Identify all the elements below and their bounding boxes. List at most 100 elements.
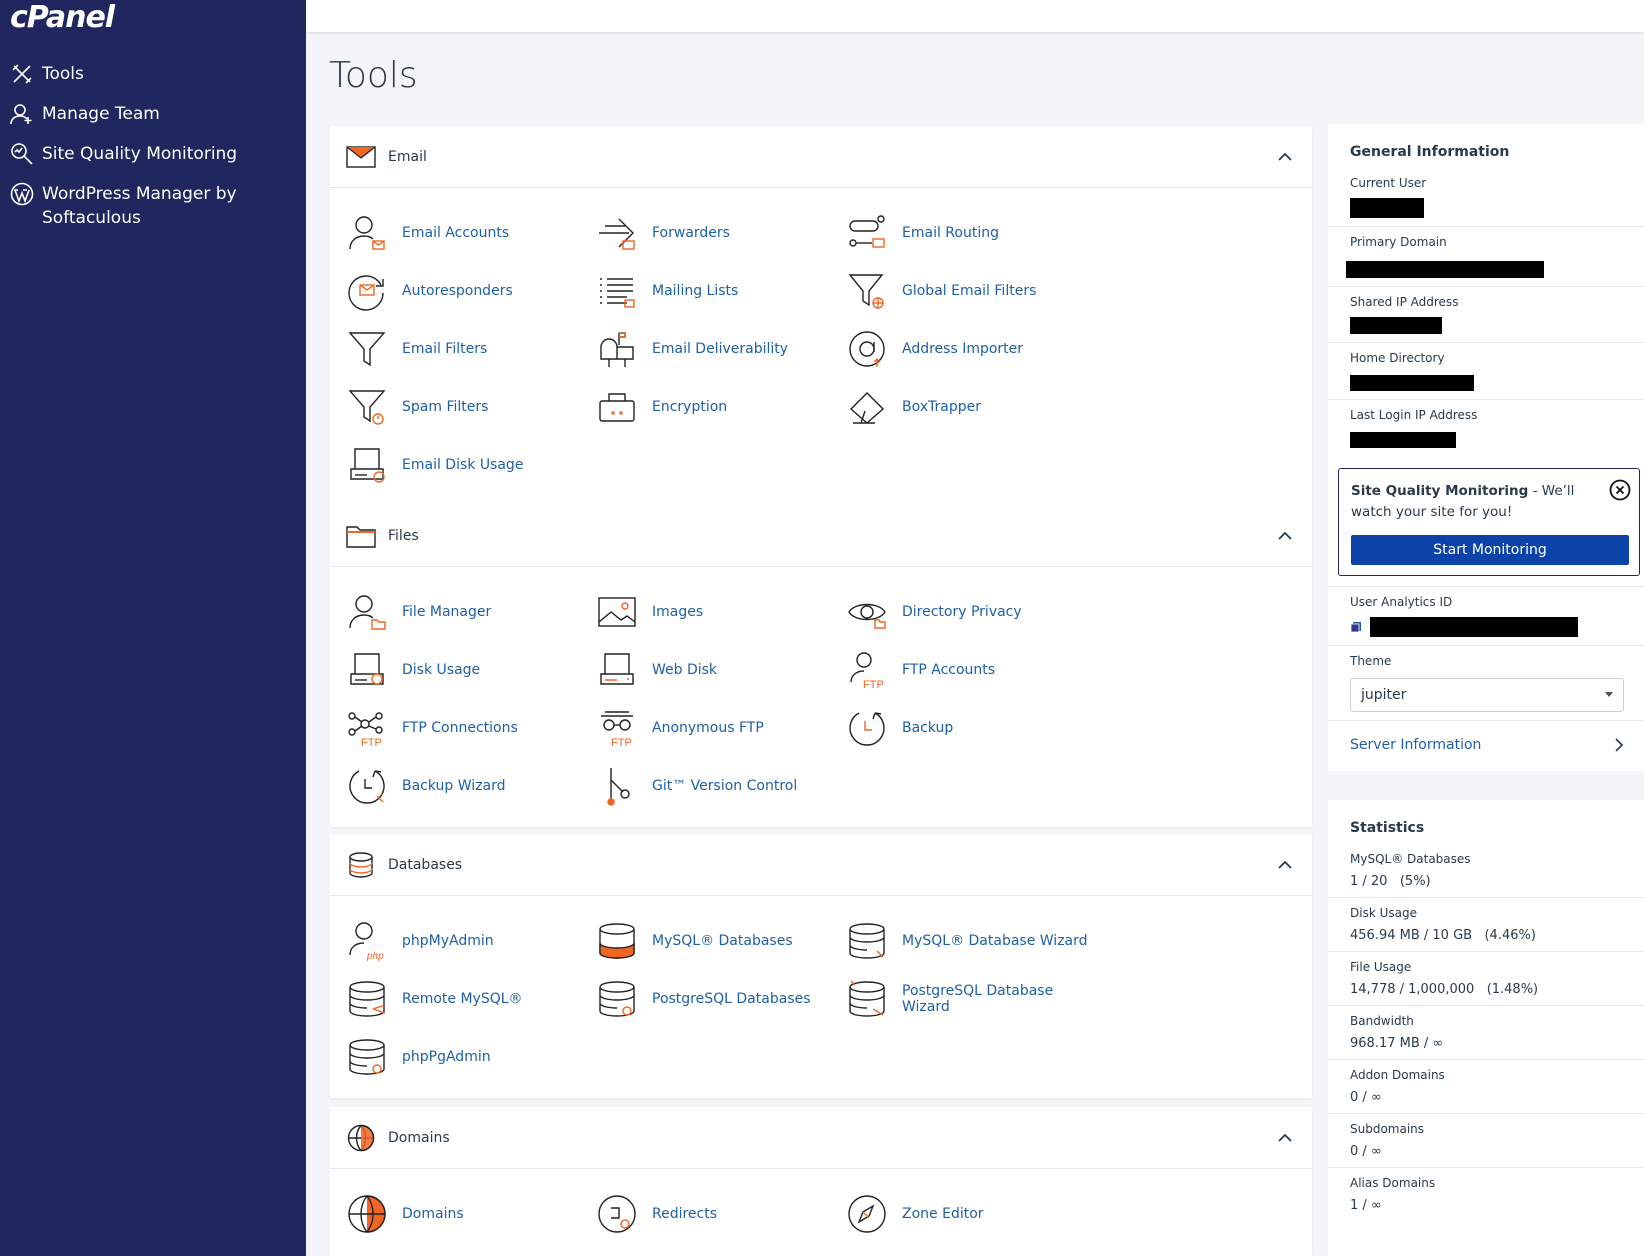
sidebar-item-tools[interactable]: Tools bbox=[0, 62, 306, 86]
postgres-wizard-icon bbox=[846, 978, 888, 1020]
files-panel-header[interactable]: Files bbox=[330, 505, 1312, 567]
tool-directory-privacy[interactable]: Directory Privacy bbox=[846, 583, 1096, 641]
tool-backup[interactable]: Backup bbox=[846, 699, 1096, 757]
copy-icon[interactable] bbox=[1350, 621, 1362, 633]
tool-remote-mysql[interactable]: Remote MySQL® bbox=[346, 970, 596, 1028]
tool-label: Redirects bbox=[652, 1206, 718, 1222]
globe-icon bbox=[346, 1123, 376, 1153]
tool-postgresql-databases[interactable]: PostgreSQL Databases bbox=[596, 970, 846, 1028]
svg-text:FTP: FTP bbox=[611, 737, 632, 748]
email-tools-grid: Email Accounts Forwarders Email Routing … bbox=[330, 188, 1312, 506]
analytics-id-label: User Analytics ID bbox=[1350, 595, 1453, 609]
chevron-up-icon[interactable] bbox=[1276, 1129, 1294, 1147]
stat-label: Disk Usage bbox=[1350, 906, 1417, 920]
tool-label: PostgreSQL Databases bbox=[652, 991, 811, 1007]
user-folder-icon bbox=[346, 591, 388, 633]
email-panel: Email Email Accounts Forwarders Email Ro… bbox=[330, 126, 1312, 506]
tool-label: Mailing Lists bbox=[652, 283, 739, 299]
chevron-up-icon[interactable] bbox=[1276, 856, 1294, 874]
tool-global-email-filters[interactable]: Global Email Filters bbox=[846, 262, 1096, 320]
tool-email-routing[interactable]: Email Routing bbox=[846, 204, 1096, 262]
close-icon[interactable] bbox=[1609, 479, 1631, 501]
sidebar-item-site-quality-monitoring[interactable]: Site Quality Monitoring bbox=[0, 142, 306, 166]
filter-globe-icon bbox=[846, 270, 888, 312]
domains-panel-header[interactable]: Domains bbox=[330, 1107, 1312, 1169]
chevron-up-icon[interactable] bbox=[1276, 527, 1294, 545]
user-mail-icon bbox=[346, 212, 388, 254]
tool-phppgadmin[interactable]: phpPgAdmin bbox=[346, 1028, 596, 1086]
tool-mysql-databases[interactable]: MySQL® Databases bbox=[596, 912, 846, 970]
svg-text:php: php bbox=[366, 951, 384, 961]
databases-panel-header[interactable]: Databases bbox=[330, 834, 1312, 896]
tool-email-accounts[interactable]: Email Accounts bbox=[346, 204, 596, 262]
sqm-bold-text: Site Quality Monitoring bbox=[1351, 483, 1529, 499]
tool-domains[interactable]: Domains bbox=[346, 1185, 596, 1243]
folder-icon bbox=[346, 521, 376, 551]
tool-ftp-connections[interactable]: FTP FTP Connections bbox=[346, 699, 596, 757]
tool-label: Email Accounts bbox=[402, 225, 510, 241]
chevron-up-icon[interactable] bbox=[1276, 148, 1294, 166]
tool-autoresponders[interactable]: Autoresponders bbox=[346, 262, 596, 320]
disk-mail-icon bbox=[346, 444, 388, 486]
tool-label: MySQL® Database Wizard bbox=[902, 933, 1088, 949]
tool-zone-editor[interactable]: Zone Editor bbox=[846, 1185, 1096, 1243]
last-login-row: Last Login IP Address bbox=[1328, 400, 1644, 456]
mailbox-icon bbox=[596, 328, 638, 370]
tool-email-disk-usage[interactable]: Email Disk Usage bbox=[346, 436, 596, 494]
tool-email-filters[interactable]: Email Filters bbox=[346, 320, 596, 378]
wordpress-icon bbox=[10, 182, 34, 206]
tool-forwarders[interactable]: Forwarders bbox=[596, 204, 846, 262]
ftp-network-icon: FTP bbox=[346, 707, 388, 749]
sidebar-item-wordpress-manager[interactable]: WordPress Manager by Softaculous bbox=[0, 182, 306, 230]
tool-mysql-database-wizard[interactable]: MySQL® Database Wizard bbox=[846, 912, 1096, 970]
tool-address-importer[interactable]: Address Importer bbox=[846, 320, 1096, 378]
redacted-value bbox=[1370, 617, 1578, 637]
svg-text:FTP: FTP bbox=[361, 737, 382, 748]
tools-icon bbox=[10, 62, 34, 86]
autoresponder-icon bbox=[346, 270, 388, 312]
statistics-card: Statistics MySQL® Databases 1 / 20 (5%) … bbox=[1328, 800, 1644, 1256]
envelope-icon bbox=[346, 142, 376, 172]
tool-label: Encryption bbox=[652, 399, 728, 415]
stat-label: Alias Domains bbox=[1350, 1176, 1436, 1190]
panel-title: Files bbox=[388, 527, 419, 544]
zone-editor-icon bbox=[846, 1193, 888, 1235]
tool-encryption[interactable]: Encryption bbox=[596, 378, 846, 436]
server-information-link[interactable]: Server Information bbox=[1328, 721, 1644, 771]
chevron-right-icon bbox=[1615, 738, 1624, 752]
tool-mailing-lists[interactable]: Mailing Lists bbox=[596, 262, 846, 320]
theme-select[interactable]: jupiter bbox=[1350, 678, 1624, 712]
stat-value: 0 / ∞ bbox=[1350, 1144, 1382, 1159]
pg-admin-icon bbox=[346, 1036, 388, 1078]
domains-panel: Domains Domains Redirects Zone Editor bbox=[330, 1107, 1312, 1256]
tool-spam-filters[interactable]: Spam Filters bbox=[346, 378, 596, 436]
primary-domain-label: Primary Domain bbox=[1350, 235, 1447, 249]
tool-disk-usage[interactable]: Disk Usage bbox=[346, 641, 596, 699]
tool-postgresql-database-wizard[interactable]: PostgreSQL Database Wizard bbox=[846, 970, 1096, 1028]
start-monitoring-button[interactable]: Start Monitoring bbox=[1351, 535, 1629, 565]
tool-file-manager[interactable]: File Manager bbox=[346, 583, 596, 641]
tool-email-deliverability[interactable]: Email Deliverability bbox=[596, 320, 846, 378]
theme-selected-value: jupiter bbox=[1361, 687, 1407, 703]
tool-anonymous-ftp[interactable]: FTP Anonymous FTP bbox=[596, 699, 846, 757]
tool-redirects[interactable]: Redirects bbox=[596, 1185, 846, 1243]
sidebar-item-manage-team[interactable]: Manage Team bbox=[0, 102, 306, 126]
redacted-value bbox=[1346, 261, 1544, 278]
current-user-label: Current User bbox=[1350, 176, 1427, 190]
stat-value: 968.17 MB / ∞ bbox=[1350, 1036, 1444, 1051]
tool-ftp-accounts[interactable]: FTP FTP Accounts bbox=[846, 641, 1096, 699]
email-panel-header[interactable]: Email bbox=[330, 126, 1312, 188]
tool-boxtrapper[interactable]: BoxTrapper bbox=[846, 378, 1096, 436]
tool-backup-wizard[interactable]: Backup Wizard bbox=[346, 757, 596, 815]
home-directory-label: Home Directory bbox=[1350, 351, 1445, 365]
shared-ip-row: Shared IP Address bbox=[1328, 287, 1644, 343]
cpanel-logo[interactable]: cPanel bbox=[10, 0, 115, 35]
tool-web-disk[interactable]: Web Disk bbox=[596, 641, 846, 699]
tool-git-version-control[interactable]: Git™ Version Control bbox=[596, 757, 846, 815]
tool-label: Backup bbox=[902, 720, 954, 736]
stat-row: Disk Usage 456.94 MB / 10 GB (4.46%) bbox=[1328, 898, 1644, 952]
tool-images[interactable]: Images bbox=[596, 583, 846, 641]
postgres-database-icon bbox=[596, 978, 638, 1020]
tool-phpmyadmin[interactable]: php phpMyAdmin bbox=[346, 912, 596, 970]
statistics-title: Statistics bbox=[1350, 820, 1425, 836]
